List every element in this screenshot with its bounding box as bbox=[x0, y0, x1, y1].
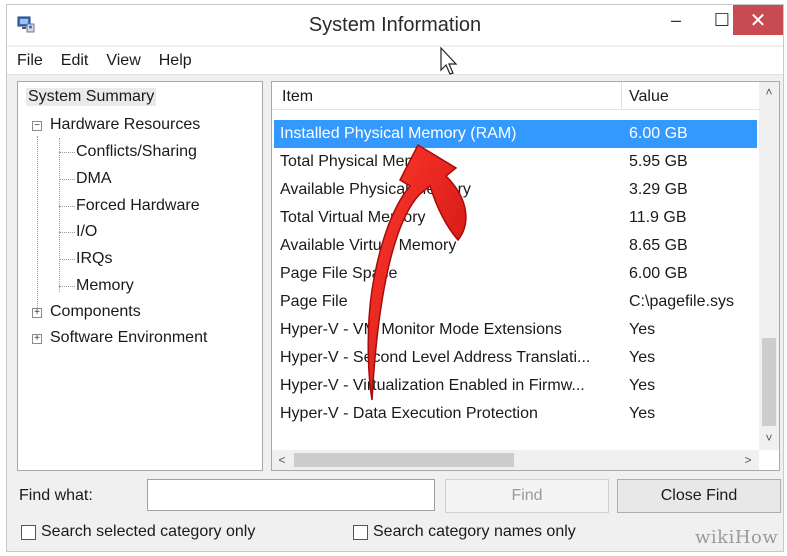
horizontal-scroll-thumb[interactable] bbox=[294, 453, 514, 467]
menu-view[interactable]: View bbox=[106, 52, 140, 70]
tree-item-memory[interactable]: Memory bbox=[76, 277, 134, 295]
wikihow-watermark: wikiHow bbox=[695, 527, 779, 548]
column-separator[interactable] bbox=[621, 82, 622, 110]
tree-item-components[interactable]: Components bbox=[50, 303, 141, 321]
expander-plus-icon[interactable]: + bbox=[32, 308, 42, 318]
vertical-scrollbar[interactable]: ˄ ˅ bbox=[759, 82, 779, 450]
row-item: Total Virtual Memory bbox=[280, 209, 426, 226]
row-item: Hyper-V - Second Level Address Translati… bbox=[280, 349, 591, 366]
system-information-window: System Information – ☐ ✕ File Edit View … bbox=[6, 4, 784, 552]
table-row[interactable]: Installed Physical Memory (RAM) 6.00 GB bbox=[274, 120, 757, 148]
row-item: Hyper-V - Data Execution Protection bbox=[280, 405, 538, 422]
list-header: Item Value bbox=[272, 82, 759, 110]
scroll-up-icon[interactable]: ˄ bbox=[759, 82, 779, 102]
row-value: 6.00 GB bbox=[629, 125, 688, 142]
row-item: Page File Space bbox=[280, 265, 398, 282]
find-what-label: Find what: bbox=[19, 487, 93, 504]
tree-line bbox=[59, 152, 75, 153]
table-row[interactable]: Total Virtual Memory 11.9 GB bbox=[274, 204, 757, 232]
horizontal-scrollbar[interactable]: < > bbox=[272, 450, 759, 470]
row-item: Available Physical Memory bbox=[280, 181, 471, 198]
search-selected-category-checkbox[interactable] bbox=[21, 524, 36, 540]
menu-bar: File Edit View Help bbox=[7, 47, 783, 75]
row-value: 11.9 GB bbox=[629, 209, 687, 226]
close-button[interactable]: ✕ bbox=[733, 5, 783, 35]
row-value: Yes bbox=[629, 377, 656, 394]
tree-item-forced-hardware[interactable]: Forced Hardware bbox=[76, 197, 200, 215]
scroll-right-icon[interactable]: > bbox=[738, 450, 758, 470]
column-header-item[interactable]: Item bbox=[282, 88, 313, 106]
row-value: Yes bbox=[629, 405, 656, 422]
tree-line bbox=[59, 206, 75, 207]
tree-line bbox=[37, 136, 38, 310]
tree-item-irqs[interactable]: IRQs bbox=[76, 250, 112, 268]
row-item: Hyper-V - Virtualization Enabled in Firm… bbox=[280, 377, 585, 394]
tree-item-conflicts-sharing[interactable]: Conflicts/Sharing bbox=[76, 143, 197, 161]
row-item: Hyper-V - VM Monitor Mode Extensions bbox=[280, 321, 562, 338]
find-button[interactable]: Find bbox=[445, 479, 609, 513]
row-item: Installed Physical Memory (RAM) bbox=[280, 125, 517, 142]
tree-item-io[interactable]: I/O bbox=[76, 223, 97, 241]
column-header-value[interactable]: Value bbox=[629, 88, 669, 106]
minimize-button[interactable]: – bbox=[653, 5, 699, 35]
table-row[interactable]: Hyper-V - VM Monitor Mode Extensions Yes bbox=[274, 316, 757, 344]
table-row[interactable]: Page File C:\pagefile.sys bbox=[274, 288, 757, 316]
table-row[interactable]: Hyper-V - Second Level Address Translati… bbox=[274, 344, 757, 372]
table-row[interactable]: Available Virtual Memory 8.65 GB bbox=[274, 232, 757, 260]
row-value: 5.95 GB bbox=[629, 153, 688, 170]
vertical-scroll-thumb[interactable] bbox=[762, 338, 776, 426]
tree-line bbox=[59, 259, 75, 260]
expander-plus-icon[interactable]: + bbox=[32, 334, 42, 344]
tree-line bbox=[59, 179, 75, 180]
row-value: Yes bbox=[629, 321, 656, 338]
details-list[interactable]: Item Value Installed Physical Memory (RA… bbox=[271, 81, 780, 471]
tree-item-hardware-resources[interactable]: Hardware Resources bbox=[50, 116, 200, 134]
menu-file[interactable]: File bbox=[17, 52, 43, 70]
table-row[interactable]: Page File Space 6.00 GB bbox=[274, 260, 757, 288]
search-category-names-option[interactable]: Search category names only bbox=[353, 523, 576, 541]
search-selected-category-label: Search selected category only bbox=[41, 523, 256, 540]
tree-line bbox=[59, 138, 60, 292]
tree-item-software-environment[interactable]: Software Environment bbox=[50, 329, 207, 347]
row-value: C:\pagefile.sys bbox=[629, 293, 734, 310]
menu-edit[interactable]: Edit bbox=[61, 52, 89, 70]
scroll-left-icon[interactable]: < bbox=[272, 450, 292, 470]
row-value: Yes bbox=[629, 349, 656, 366]
row-value: 6.00 GB bbox=[629, 265, 688, 282]
table-row[interactable]: Hyper-V - Virtualization Enabled in Firm… bbox=[274, 372, 757, 400]
title-bar[interactable]: System Information – ☐ ✕ bbox=[7, 5, 783, 45]
expander-minus-icon[interactable]: − bbox=[32, 121, 42, 131]
menu-help[interactable]: Help bbox=[159, 52, 192, 70]
tree-line bbox=[59, 286, 75, 287]
search-category-names-label: Search category names only bbox=[373, 523, 576, 540]
row-item: Available Virtual Memory bbox=[280, 237, 457, 254]
tree-item-system-summary[interactable]: System Summary bbox=[26, 88, 157, 106]
row-item: Page File bbox=[280, 293, 348, 310]
close-find-button[interactable]: Close Find bbox=[617, 479, 781, 513]
tree-line bbox=[59, 232, 75, 233]
row-value: 8.65 GB bbox=[629, 237, 688, 254]
category-tree[interactable]: System Summary − Hardware Resources Conf… bbox=[17, 81, 263, 471]
table-row[interactable]: Available Physical Memory 3.29 GB bbox=[274, 176, 757, 204]
table-row[interactable]: Hyper-V - Data Execution Protection Yes bbox=[274, 400, 757, 428]
table-row[interactable]: Total Physical Memory 5.95 GB bbox=[274, 148, 757, 176]
row-value: 3.29 GB bbox=[629, 181, 688, 198]
find-what-input[interactable] bbox=[147, 479, 435, 511]
row-item: Total Physical Memory bbox=[280, 153, 441, 170]
scroll-down-icon[interactable]: ˅ bbox=[759, 428, 779, 448]
search-selected-category-option[interactable]: Search selected category only bbox=[21, 523, 255, 541]
search-category-names-checkbox[interactable] bbox=[353, 524, 368, 540]
tree-item-dma[interactable]: DMA bbox=[76, 170, 112, 188]
